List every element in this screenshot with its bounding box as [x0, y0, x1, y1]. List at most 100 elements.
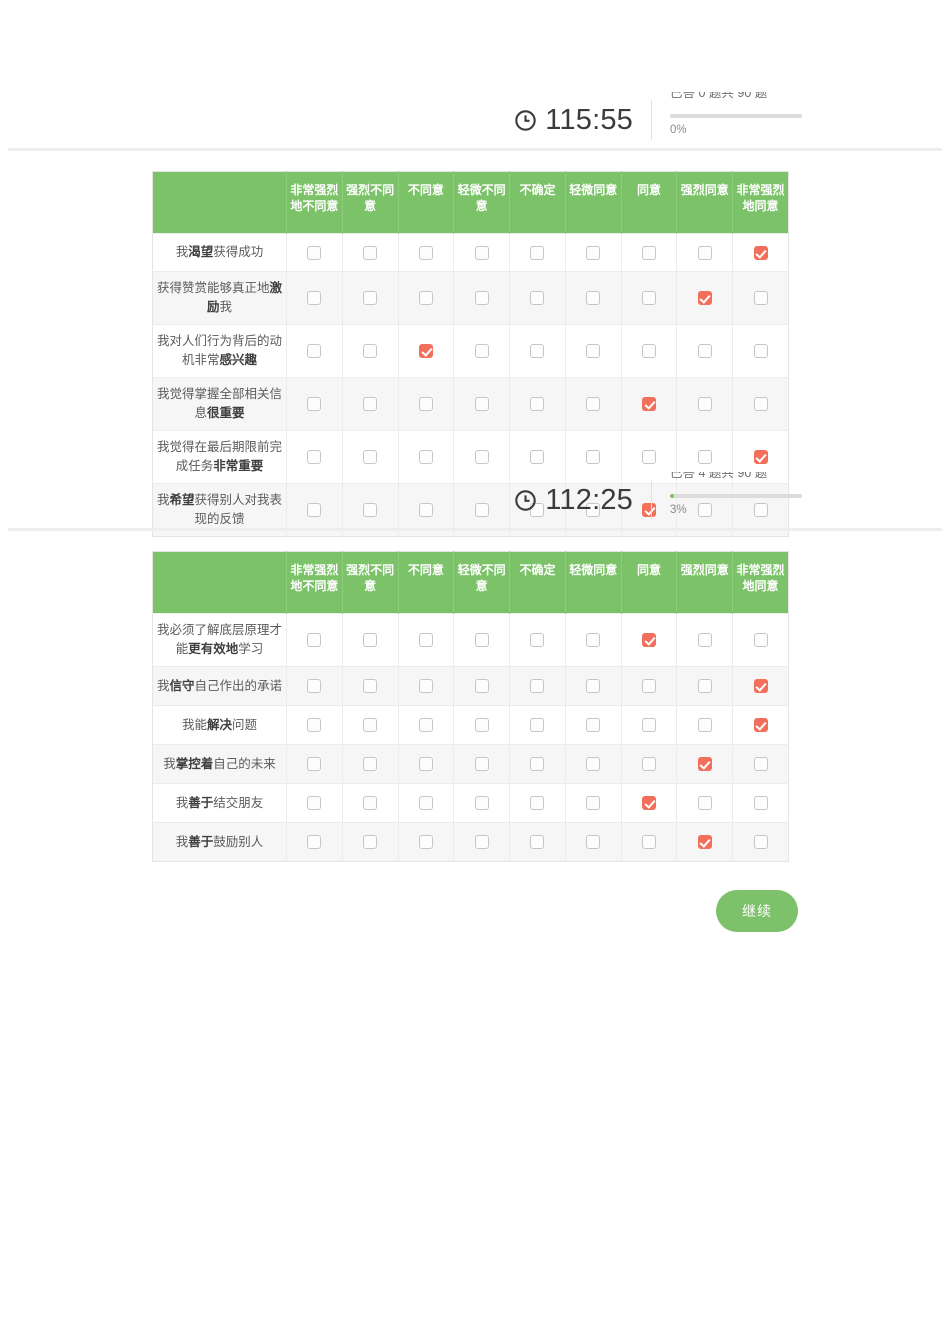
checkbox-unchecked[interactable] — [474, 757, 489, 772]
checkbox-unchecked[interactable] — [586, 245, 601, 260]
scale-cell[interactable] — [732, 783, 789, 823]
checkbox-unchecked[interactable] — [530, 291, 545, 306]
checkbox-unchecked[interactable] — [418, 291, 433, 306]
scale-cell[interactable] — [286, 377, 343, 431]
checkbox-checked[interactable] — [418, 344, 433, 359]
scale-cell[interactable] — [453, 324, 511, 378]
scale-cell[interactable] — [621, 783, 678, 823]
scale-cell[interactable] — [621, 822, 678, 862]
scale-cell[interactable] — [398, 705, 455, 745]
checkbox-unchecked[interactable] — [530, 344, 545, 359]
checkbox-checked[interactable] — [753, 679, 768, 694]
checkbox-unchecked[interactable] — [474, 344, 489, 359]
scale-cell[interactable] — [676, 613, 734, 667]
scale-cell[interactable] — [286, 233, 343, 272]
scale-cell[interactable] — [398, 783, 455, 823]
checkbox-unchecked[interactable] — [641, 835, 656, 850]
checkbox-checked[interactable] — [641, 633, 656, 648]
checkbox-checked[interactable] — [697, 835, 712, 850]
scale-cell[interactable] — [732, 613, 789, 667]
scale-cell[interactable] — [286, 613, 343, 667]
scale-cell[interactable] — [732, 705, 789, 745]
scale-cell[interactable] — [565, 324, 622, 378]
checkbox-unchecked[interactable] — [530, 718, 545, 733]
scale-cell[interactable] — [676, 822, 734, 862]
scale-cell[interactable] — [621, 377, 678, 431]
checkbox-unchecked[interactable] — [530, 633, 545, 648]
checkbox-unchecked[interactable] — [753, 291, 768, 306]
scale-cell[interactable] — [342, 783, 399, 823]
checkbox-unchecked[interactable] — [307, 796, 322, 811]
scale-cell[interactable] — [676, 377, 734, 431]
checkbox-unchecked[interactable] — [753, 757, 768, 772]
checkbox-unchecked[interactable] — [474, 633, 489, 648]
scale-cell[interactable] — [565, 271, 622, 325]
checkbox-unchecked[interactable] — [586, 344, 601, 359]
scale-cell[interactable] — [676, 783, 734, 823]
checkbox-unchecked[interactable] — [586, 718, 601, 733]
checkbox-unchecked[interactable] — [697, 633, 712, 648]
checkbox-unchecked[interactable] — [697, 245, 712, 260]
scale-cell[interactable] — [732, 822, 789, 862]
scale-cell[interactable] — [509, 822, 566, 862]
scale-cell[interactable] — [509, 666, 566, 706]
checkbox-unchecked[interactable] — [363, 796, 378, 811]
scale-cell[interactable] — [621, 324, 678, 378]
checkbox-unchecked[interactable] — [586, 291, 601, 306]
scale-cell[interactable] — [732, 744, 789, 784]
checkbox-unchecked[interactable] — [307, 835, 322, 850]
checkbox-unchecked[interactable] — [474, 397, 489, 412]
checkbox-unchecked[interactable] — [363, 718, 378, 733]
scale-cell[interactable] — [509, 783, 566, 823]
scale-cell[interactable] — [621, 666, 678, 706]
scale-cell[interactable] — [565, 744, 622, 784]
checkbox-unchecked[interactable] — [586, 679, 601, 694]
checkbox-unchecked[interactable] — [753, 633, 768, 648]
scale-cell[interactable] — [342, 705, 399, 745]
checkbox-unchecked[interactable] — [753, 397, 768, 412]
scale-cell[interactable] — [398, 324, 455, 378]
checkbox-checked[interactable] — [697, 757, 712, 772]
scale-cell[interactable] — [286, 744, 343, 784]
scale-cell[interactable] — [342, 744, 399, 784]
scale-cell[interactable] — [509, 233, 566, 272]
checkbox-unchecked[interactable] — [530, 796, 545, 811]
scale-cell[interactable] — [565, 377, 622, 431]
scale-cell[interactable] — [398, 744, 455, 784]
scale-cell[interactable] — [732, 233, 789, 272]
checkbox-unchecked[interactable] — [641, 679, 656, 694]
checkbox-unchecked[interactable] — [363, 291, 378, 306]
checkbox-unchecked[interactable] — [363, 245, 378, 260]
checkbox-unchecked[interactable] — [363, 835, 378, 850]
scale-cell[interactable] — [398, 613, 455, 667]
checkbox-unchecked[interactable] — [641, 344, 656, 359]
checkbox-unchecked[interactable] — [474, 291, 489, 306]
continue-button[interactable]: 继续 — [716, 890, 798, 932]
checkbox-checked[interactable] — [753, 718, 768, 733]
scale-cell[interactable] — [509, 705, 566, 745]
scale-cell[interactable] — [286, 666, 343, 706]
checkbox-unchecked[interactable] — [363, 679, 378, 694]
checkbox-unchecked[interactable] — [307, 245, 322, 260]
scale-cell[interactable] — [676, 744, 734, 784]
scale-cell[interactable] — [565, 613, 622, 667]
scale-cell[interactable] — [565, 822, 622, 862]
scale-cell[interactable] — [342, 271, 399, 325]
scale-cell[interactable] — [453, 822, 511, 862]
checkbox-unchecked[interactable] — [697, 718, 712, 733]
scale-cell[interactable] — [509, 613, 566, 667]
scale-cell[interactable] — [453, 233, 511, 272]
checkbox-unchecked[interactable] — [307, 397, 322, 412]
scale-cell[interactable] — [342, 377, 399, 431]
checkbox-unchecked[interactable] — [363, 397, 378, 412]
scale-cell[interactable] — [621, 744, 678, 784]
checkbox-unchecked[interactable] — [586, 835, 601, 850]
checkbox-unchecked[interactable] — [753, 796, 768, 811]
scale-cell[interactable] — [453, 705, 511, 745]
scale-cell[interactable] — [509, 324, 566, 378]
checkbox-unchecked[interactable] — [641, 718, 656, 733]
checkbox-unchecked[interactable] — [586, 450, 601, 465]
scale-cell[interactable] — [676, 666, 734, 706]
checkbox-unchecked[interactable] — [474, 718, 489, 733]
scale-cell[interactable] — [565, 666, 622, 706]
